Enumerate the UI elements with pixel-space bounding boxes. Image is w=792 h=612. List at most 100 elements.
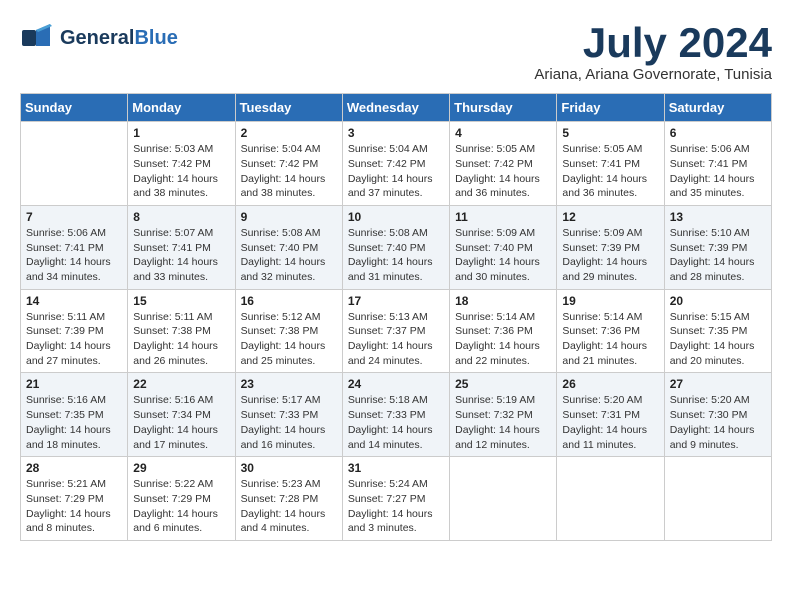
day-number: 25: [455, 377, 551, 391]
day-number: 4: [455, 126, 551, 140]
col-friday: Friday: [557, 94, 664, 122]
table-row: 16 Sunrise: 5:12 AM Sunset: 7:38 PM Dayli…: [235, 289, 342, 373]
cell-info: Sunrise: 5:18 AM Sunset: 7:33 PM Dayligh…: [348, 393, 444, 452]
day-number: 20: [670, 294, 766, 308]
cell-info: Sunrise: 5:08 AM Sunset: 7:40 PM Dayligh…: [348, 226, 444, 285]
logo-icon: [20, 20, 56, 56]
table-row: 5 Sunrise: 5:05 AM Sunset: 7:41 PM Daylig…: [557, 122, 664, 206]
table-row: 23 Sunrise: 5:17 AM Sunset: 7:33 PM Dayli…: [235, 373, 342, 457]
calendar-week-row: 28 Sunrise: 5:21 AM Sunset: 7:29 PM Dayli…: [21, 457, 772, 541]
col-monday: Monday: [128, 94, 235, 122]
day-number: 14: [26, 294, 122, 308]
day-number: 1: [133, 126, 229, 140]
table-row: 30 Sunrise: 5:23 AM Sunset: 7:28 PM Dayli…: [235, 457, 342, 541]
cell-info: Sunrise: 5:04 AM Sunset: 7:42 PM Dayligh…: [241, 142, 337, 201]
table-row: 6Sunrise: 5:06 AM Sunset: 7:41 PM Daylig…: [664, 122, 771, 206]
table-row: 13 Sunrise: 5:10 AM Sunset: 7:39 PM Dayli…: [664, 205, 771, 289]
day-number: 3: [348, 126, 444, 140]
calendar-body: 1 Sunrise: 5:03 AM Sunset: 7:42 PM Daylig…: [21, 122, 772, 541]
page-header: GeneralBlue July 2024 Ariana, Ariana Gov…: [20, 20, 772, 83]
table-row: 11 Sunrise: 5:09 AM Sunset: 7:40 PM Dayli…: [450, 205, 557, 289]
day-number: 22: [133, 377, 229, 391]
cell-info: Sunrise: 5:04 AM Sunset: 7:42 PM Dayligh…: [348, 142, 444, 201]
day-number: 9: [241, 210, 337, 224]
cell-info: Sunrise: 5:19 AM Sunset: 7:32 PM Dayligh…: [455, 393, 551, 452]
cell-info: Sunrise: 5:08 AM Sunset: 7:40 PM Dayligh…: [241, 226, 337, 285]
calendar-table: Sunday Monday Tuesday Wednesday Thursday…: [20, 93, 772, 541]
day-number: 10: [348, 210, 444, 224]
table-row: 17 Sunrise: 5:13 AM Sunset: 7:37 PM Dayli…: [342, 289, 449, 373]
cell-info: Sunrise: 5:05 AM Sunset: 7:42 PM Dayligh…: [455, 142, 551, 201]
day-number: 18: [455, 294, 551, 308]
day-number: 27: [670, 377, 766, 391]
day-number: 2: [241, 126, 337, 140]
col-wednesday: Wednesday: [342, 94, 449, 122]
cell-info: Sunrise: 5:14 AM Sunset: 7:36 PM Dayligh…: [562, 310, 658, 369]
day-number: 17: [348, 294, 444, 308]
cell-info: Sunrise: 5:05 AM Sunset: 7:41 PM Dayligh…: [562, 142, 658, 201]
calendar-week-row: 14 Sunrise: 5:11 AM Sunset: 7:39 PM Dayli…: [21, 289, 772, 373]
day-number: 6: [670, 126, 766, 140]
table-row: 21Sunrise: 5:16 AM Sunset: 7:35 PM Dayli…: [21, 373, 128, 457]
col-tuesday: Tuesday: [235, 94, 342, 122]
calendar-week-row: 21Sunrise: 5:16 AM Sunset: 7:35 PM Dayli…: [21, 373, 772, 457]
cell-info: Sunrise: 5:12 AM Sunset: 7:38 PM Dayligh…: [241, 310, 337, 369]
table-row: 15Sunrise: 5:11 AM Sunset: 7:38 PM Dayli…: [128, 289, 235, 373]
cell-info: Sunrise: 5:20 AM Sunset: 7:31 PM Dayligh…: [562, 393, 658, 452]
cell-info: Sunrise: 5:15 AM Sunset: 7:35 PM Dayligh…: [670, 310, 766, 369]
cell-info: Sunrise: 5:07 AM Sunset: 7:41 PM Dayligh…: [133, 226, 229, 285]
table-row: [664, 457, 771, 541]
table-row: 8Sunrise: 5:07 AM Sunset: 7:41 PM Daylig…: [128, 205, 235, 289]
month-title: July 2024: [534, 20, 772, 66]
table-row: 25 Sunrise: 5:19 AM Sunset: 7:32 PM Dayli…: [450, 373, 557, 457]
cell-info: Sunrise: 5:24 AM Sunset: 7:27 PM Dayligh…: [348, 477, 444, 536]
cell-info: Sunrise: 5:09 AM Sunset: 7:40 PM Dayligh…: [455, 226, 551, 285]
day-number: 21: [26, 377, 122, 391]
table-row: 18 Sunrise: 5:14 AM Sunset: 7:36 PM Dayli…: [450, 289, 557, 373]
calendar-header-row: Sunday Monday Tuesday Wednesday Thursday…: [21, 94, 772, 122]
cell-info: Sunrise: 5:10 AM Sunset: 7:39 PM Dayligh…: [670, 226, 766, 285]
logo-text-general: GeneralBlue: [60, 27, 178, 50]
table-row: 22Sunrise: 5:16 AM Sunset: 7:34 PM Dayli…: [128, 373, 235, 457]
day-number: 28: [26, 461, 122, 475]
table-row: [21, 122, 128, 206]
cell-info: Sunrise: 5:22 AM Sunset: 7:29 PM Dayligh…: [133, 477, 229, 536]
table-row: 27 Sunrise: 5:20 AM Sunset: 7:30 PM Dayli…: [664, 373, 771, 457]
day-number: 16: [241, 294, 337, 308]
table-row: [450, 457, 557, 541]
cell-info: Sunrise: 5:21 AM Sunset: 7:29 PM Dayligh…: [26, 477, 122, 536]
calendar-week-row: 7 Sunrise: 5:06 AM Sunset: 7:41 PM Daylig…: [21, 205, 772, 289]
day-number: 19: [562, 294, 658, 308]
table-row: 19 Sunrise: 5:14 AM Sunset: 7:36 PM Dayli…: [557, 289, 664, 373]
day-number: 11: [455, 210, 551, 224]
table-row: 9 Sunrise: 5:08 AM Sunset: 7:40 PM Daylig…: [235, 205, 342, 289]
table-row: 2 Sunrise: 5:04 AM Sunset: 7:42 PM Daylig…: [235, 122, 342, 206]
cell-info: Sunrise: 5:20 AM Sunset: 7:30 PM Dayligh…: [670, 393, 766, 452]
day-number: 5: [562, 126, 658, 140]
cell-info: Sunrise: 5:14 AM Sunset: 7:36 PM Dayligh…: [455, 310, 551, 369]
day-number: 15: [133, 294, 229, 308]
table-row: 4 Sunrise: 5:05 AM Sunset: 7:42 PM Daylig…: [450, 122, 557, 206]
day-number: 23: [241, 377, 337, 391]
table-row: 7 Sunrise: 5:06 AM Sunset: 7:41 PM Daylig…: [21, 205, 128, 289]
logo-text-blue: Blue: [134, 27, 177, 49]
col-saturday: Saturday: [664, 94, 771, 122]
day-number: 13: [670, 210, 766, 224]
table-row: 12Sunrise: 5:09 AM Sunset: 7:39 PM Dayli…: [557, 205, 664, 289]
day-number: 29: [133, 461, 229, 475]
cell-info: Sunrise: 5:11 AM Sunset: 7:39 PM Dayligh…: [26, 310, 122, 369]
table-row: 31 Sunrise: 5:24 AM Sunset: 7:27 PM Dayli…: [342, 457, 449, 541]
day-number: 12: [562, 210, 658, 224]
table-row: 26Sunrise: 5:20 AM Sunset: 7:31 PM Dayli…: [557, 373, 664, 457]
cell-info: Sunrise: 5:23 AM Sunset: 7:28 PM Dayligh…: [241, 477, 337, 536]
logo: GeneralBlue: [20, 20, 178, 56]
cell-info: Sunrise: 5:17 AM Sunset: 7:33 PM Dayligh…: [241, 393, 337, 452]
table-row: [557, 457, 664, 541]
cell-info: Sunrise: 5:03 AM Sunset: 7:42 PM Dayligh…: [133, 142, 229, 201]
cell-info: Sunrise: 5:13 AM Sunset: 7:37 PM Dayligh…: [348, 310, 444, 369]
day-number: 30: [241, 461, 337, 475]
day-number: 7: [26, 210, 122, 224]
cell-info: Sunrise: 5:06 AM Sunset: 7:41 PM Dayligh…: [26, 226, 122, 285]
table-row: 29 Sunrise: 5:22 AM Sunset: 7:29 PM Dayli…: [128, 457, 235, 541]
day-number: 31: [348, 461, 444, 475]
